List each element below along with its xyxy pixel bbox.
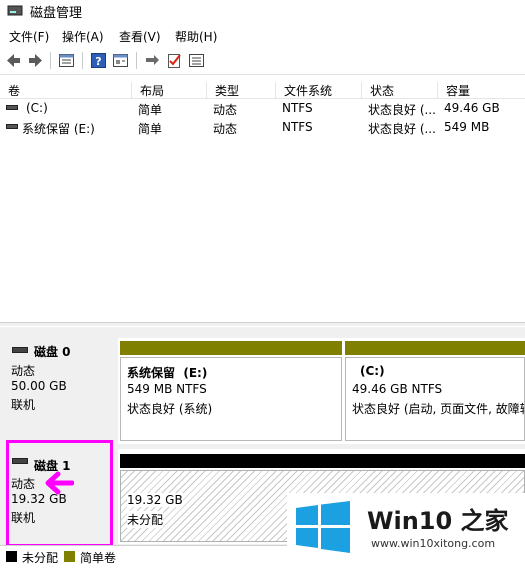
- partition-size: 19.32 GB: [127, 493, 183, 507]
- disk-0-partitions: 系统保留 (E:) 549 MB NTFS 状态良好 (系统) (C:) 49.…: [118, 338, 525, 444]
- connect-icon[interactable]: [144, 52, 161, 69]
- table-row[interactable]: (C:) 简单 动态 NTFS 状态良好 (... 49.46 GB: [0, 99, 525, 118]
- console-icon[interactable]: [112, 52, 129, 69]
- disk-management-app-icon: [7, 5, 23, 16]
- disk-state: 联机: [11, 398, 36, 412]
- toolbar: ?: [0, 46, 525, 75]
- menu-action[interactable]: 操作(A): [62, 28, 104, 45]
- partition-status: 未分配: [127, 511, 164, 528]
- windows-logo-icon: [296, 501, 350, 553]
- pointer-arrow-icon: [45, 471, 74, 495]
- menu-file[interactable]: 文件(F): [9, 28, 49, 45]
- partition-color-bar: [120, 341, 342, 355]
- watermark-brand: Win10 之家: [367, 507, 509, 535]
- table-row[interactable]: 系统保留 (E:) 简单 动态 NTFS 状态良好 (... 549 MB: [0, 118, 525, 137]
- volume-layout: 简单: [138, 122, 163, 136]
- partition-size: 49.46 GB NTFS: [352, 382, 443, 396]
- legend-label-simple: 简单卷: [80, 551, 117, 565]
- properties-icon[interactable]: [58, 52, 75, 69]
- title-bar: 磁盘管理: [0, 0, 525, 24]
- settings-list-icon[interactable]: [188, 52, 205, 69]
- partition-size: 549 MB NTFS: [127, 382, 207, 396]
- volume-layout: 简单: [138, 103, 163, 117]
- forward-arrow-icon[interactable]: [27, 52, 44, 69]
- partition-system-reserved[interactable]: 系统保留 (E:) 549 MB NTFS 状态良好 (系统): [120, 357, 342, 441]
- disk-size: 50.00 GB: [11, 379, 67, 393]
- volume-list-header: 卷 布局 类型 文件系统 状态 容量: [0, 80, 525, 99]
- volume-capacity: 549 MB: [444, 120, 490, 134]
- check-icon[interactable]: [166, 52, 183, 69]
- toolbar-separator: [136, 52, 137, 69]
- help-icon[interactable]: ?: [90, 52, 107, 69]
- volume-name: (C:): [26, 101, 48, 115]
- disk-type: 动态: [11, 364, 36, 378]
- disk-0-label[interactable]: 磁盘 0 动态 50.00 GB 联机: [4, 338, 114, 444]
- pane-divider[interactable]: [0, 322, 525, 326]
- volume-filesystem: NTFS: [282, 101, 313, 115]
- volume-filesystem: NTFS: [282, 120, 313, 134]
- toolbar-separator: [82, 52, 83, 69]
- window-title: 磁盘管理: [30, 6, 83, 21]
- legend-label-unallocated: 未分配: [22, 551, 59, 565]
- volume-type: 动态: [213, 103, 238, 117]
- partition-title: 系统保留 (E:): [127, 366, 208, 380]
- partition-title: (C:): [360, 364, 385, 378]
- partition-color-bar: [120, 454, 525, 468]
- volume-status: 状态良好 (...: [368, 122, 436, 136]
- partition-status: 状态良好 (系统): [127, 402, 213, 416]
- partition-c-drive[interactable]: (C:) 49.46 GB NTFS 状态良好 (启动, 页面文件, 故障转: [345, 357, 525, 441]
- volume-icon: [6, 105, 18, 110]
- partition-color-bar: [345, 341, 525, 355]
- column-header-status[interactable]: 状态: [362, 82, 438, 99]
- column-header-type[interactable]: 类型: [207, 82, 276, 99]
- partition-status: 状态良好 (启动, 页面文件, 故障转: [352, 402, 525, 416]
- disk-icon: [12, 347, 28, 353]
- back-arrow-icon[interactable]: [5, 52, 22, 69]
- svg-text:?: ?: [95, 55, 101, 68]
- watermark-url: www.win10xitong.com: [371, 537, 496, 550]
- disk-name: 磁盘 0: [34, 345, 71, 359]
- menu-help[interactable]: 帮助(H): [175, 28, 217, 45]
- volume-type: 动态: [213, 122, 238, 136]
- column-header-layout[interactable]: 布局: [132, 82, 207, 99]
- volume-name: 系统保留 (E:): [22, 122, 95, 136]
- volume-icon: [6, 124, 18, 129]
- legend-swatch-simple: [64, 551, 75, 562]
- volume-capacity: 49.46 GB: [444, 101, 500, 115]
- column-header-volume[interactable]: 卷: [0, 82, 132, 99]
- legend-swatch-unallocated: [6, 551, 17, 562]
- menu-bar: 文件(F) 操作(A) 查看(V) 帮助(H): [0, 24, 525, 46]
- volume-status: 状态良好 (...: [368, 103, 436, 117]
- column-header-filesystem[interactable]: 文件系统: [276, 82, 362, 99]
- menu-view[interactable]: 查看(V): [119, 28, 161, 45]
- column-header-capacity[interactable]: 容量: [438, 82, 525, 99]
- watermark: Win10 之家 www.win10xitong.com: [287, 493, 525, 557]
- toolbar-separator: [50, 52, 51, 69]
